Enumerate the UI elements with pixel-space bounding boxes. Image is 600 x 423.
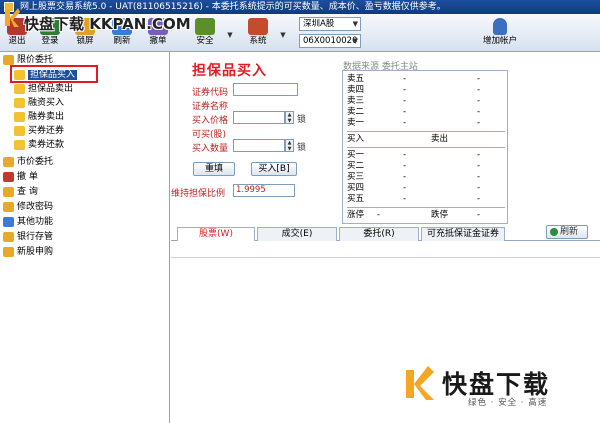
quote-row: 买二 - -	[347, 161, 481, 171]
watermark-text: 快盘下载 KKPAN.COM	[24, 15, 191, 33]
buy-sell-summary-row: 买入 卖出	[347, 134, 449, 144]
price-input[interactable]	[233, 111, 285, 124]
bank-icon	[3, 232, 14, 242]
available-label: 可买(股)	[192, 130, 227, 140]
window-title: 网上股票交易系统5.0 - UAT(81106515216) - 本委托系统提示…	[20, 2, 446, 12]
divider	[347, 207, 505, 208]
divider	[347, 147, 505, 148]
system-icon	[248, 18, 268, 35]
chevron-down-icon: ▼	[352, 37, 358, 45]
sidebar-item-bank[interactable]: 银行存管	[3, 231, 53, 243]
account-select[interactable]: 06X0010020 ▼	[299, 34, 361, 48]
quote-row: 买一 - -	[347, 150, 481, 160]
price-stepper[interactable]: ▲ ▼	[285, 111, 294, 124]
code-input[interactable]	[233, 83, 298, 96]
reset-button[interactable]: 重填	[193, 162, 235, 176]
buy-return-icon	[14, 126, 25, 136]
code-label: 证券代码	[192, 88, 229, 98]
price-lock[interactable]: 锁	[297, 112, 306, 125]
qty-label: 买入数量	[192, 144, 229, 154]
quote-row: 卖一 - -	[347, 118, 481, 128]
qty-stepper[interactable]: ▲ ▼	[285, 139, 294, 152]
form-title: 担保品买入	[192, 63, 267, 79]
price-label: 买入价格	[192, 116, 229, 126]
tab-stocks[interactable]: 股票(W)	[177, 227, 255, 241]
sidebar-item-buy-return[interactable]: 买券还券	[14, 125, 64, 137]
buy-button[interactable]: 买入[B]	[251, 162, 297, 176]
sidebar-item-margin-buy[interactable]: 融资买入	[14, 97, 64, 109]
quote-row: 买四 - -	[347, 183, 481, 193]
tab-trades[interactable]: 成交(E)	[257, 227, 337, 241]
refresh-icon	[550, 228, 558, 236]
quote-row: 卖二 - -	[347, 107, 481, 117]
quote-row: 买三 - -	[347, 172, 481, 182]
brand-tagline: 绿色 · 安全 · 高速	[468, 398, 548, 408]
market-select[interactable]: 深圳A股 ▼	[299, 17, 361, 31]
chevron-down-icon: ▼	[352, 20, 358, 28]
security-button[interactable]: 安全	[188, 18, 222, 50]
sidebar-item-change-password[interactable]: 修改密码	[3, 201, 53, 213]
other-icon	[3, 217, 14, 227]
security-icon	[195, 18, 215, 35]
tab-orders[interactable]: 委托(R)	[339, 227, 419, 241]
security-dropdown-arrow-icon[interactable]: ▼	[226, 31, 234, 39]
folder-icon	[3, 55, 14, 65]
brand-logo-icon	[406, 366, 434, 400]
margin-buy-icon	[14, 98, 25, 108]
password-icon	[3, 202, 14, 212]
cancel-icon	[3, 172, 14, 182]
query-icon	[3, 187, 14, 197]
sell-repay-icon	[14, 140, 25, 150]
ipo-icon	[3, 247, 14, 257]
sell-icon	[14, 84, 25, 94]
tab-strip: 股票(W) 成交(E) 委托(R) 可充抵保证金证券	[171, 227, 600, 241]
quote-row: 买五 - -	[347, 194, 481, 204]
window-title-bar: 网上股票交易系统5.0 - UAT(81106515216) - 本委托系统提示…	[0, 0, 600, 14]
short-sell-icon	[14, 112, 25, 122]
sidebar-item-ipo[interactable]: 新股申购	[3, 246, 53, 258]
folder-icon	[3, 157, 14, 167]
sidebar-item-market-order[interactable]: 市价委托	[3, 156, 53, 168]
system-button[interactable]: 系统	[241, 18, 275, 50]
sidebar-item-cancel[interactable]: 撤 单	[3, 171, 38, 183]
quote-row: 卖四 - -	[347, 85, 481, 95]
ratio-label: 维持担保比例	[171, 189, 226, 199]
divider	[347, 131, 505, 132]
ratio-value: 1.9995	[233, 184, 295, 197]
sidebar-item-short-sell[interactable]: 融券卖出	[14, 111, 64, 123]
sidebar-item-collateral-sell[interactable]: 担保品卖出	[14, 83, 73, 95]
name-label: 证券名称	[192, 102, 229, 112]
sidebar: 限价委托 担保品买入 担保品卖出 融资买入 融券卖出 买券还券 卖券还款 市价委…	[0, 52, 170, 423]
kkpan-logo-mark	[5, 8, 20, 27]
quote-panel: 卖五 - - 卖四 - - 卖三 - - 卖二 - - 卖一 - - 买入 卖出	[342, 70, 508, 224]
buy-icon	[14, 70, 25, 80]
qty-lock[interactable]: 锁	[297, 140, 306, 153]
sidebar-item-sell-repay[interactable]: 卖券还款	[14, 139, 64, 151]
sidebar-item-other[interactable]: 其他功能	[3, 216, 53, 228]
quote-row: 卖三 - -	[347, 96, 481, 106]
qty-input[interactable]	[233, 139, 285, 152]
add-user-icon	[493, 18, 507, 35]
quote-row: 卖五 - -	[347, 74, 481, 84]
limit-row: 涨停 - 跌停 -	[347, 210, 481, 220]
brand-watermark: 快盘下载 绿色 · 安全 · 高速	[404, 364, 600, 420]
sidebar-item-collateral-buy[interactable]: 担保品买入	[14, 69, 78, 81]
sidebar-item-query[interactable]: 查 询	[3, 186, 38, 198]
tab-collateral-securities[interactable]: 可充抵保证金证券	[421, 227, 505, 241]
system-dropdown-arrow-icon[interactable]: ▼	[279, 31, 287, 39]
grid-refresh-button[interactable]: 刷新	[546, 225, 588, 239]
add-account-button[interactable]: 增加帐户	[476, 18, 524, 50]
